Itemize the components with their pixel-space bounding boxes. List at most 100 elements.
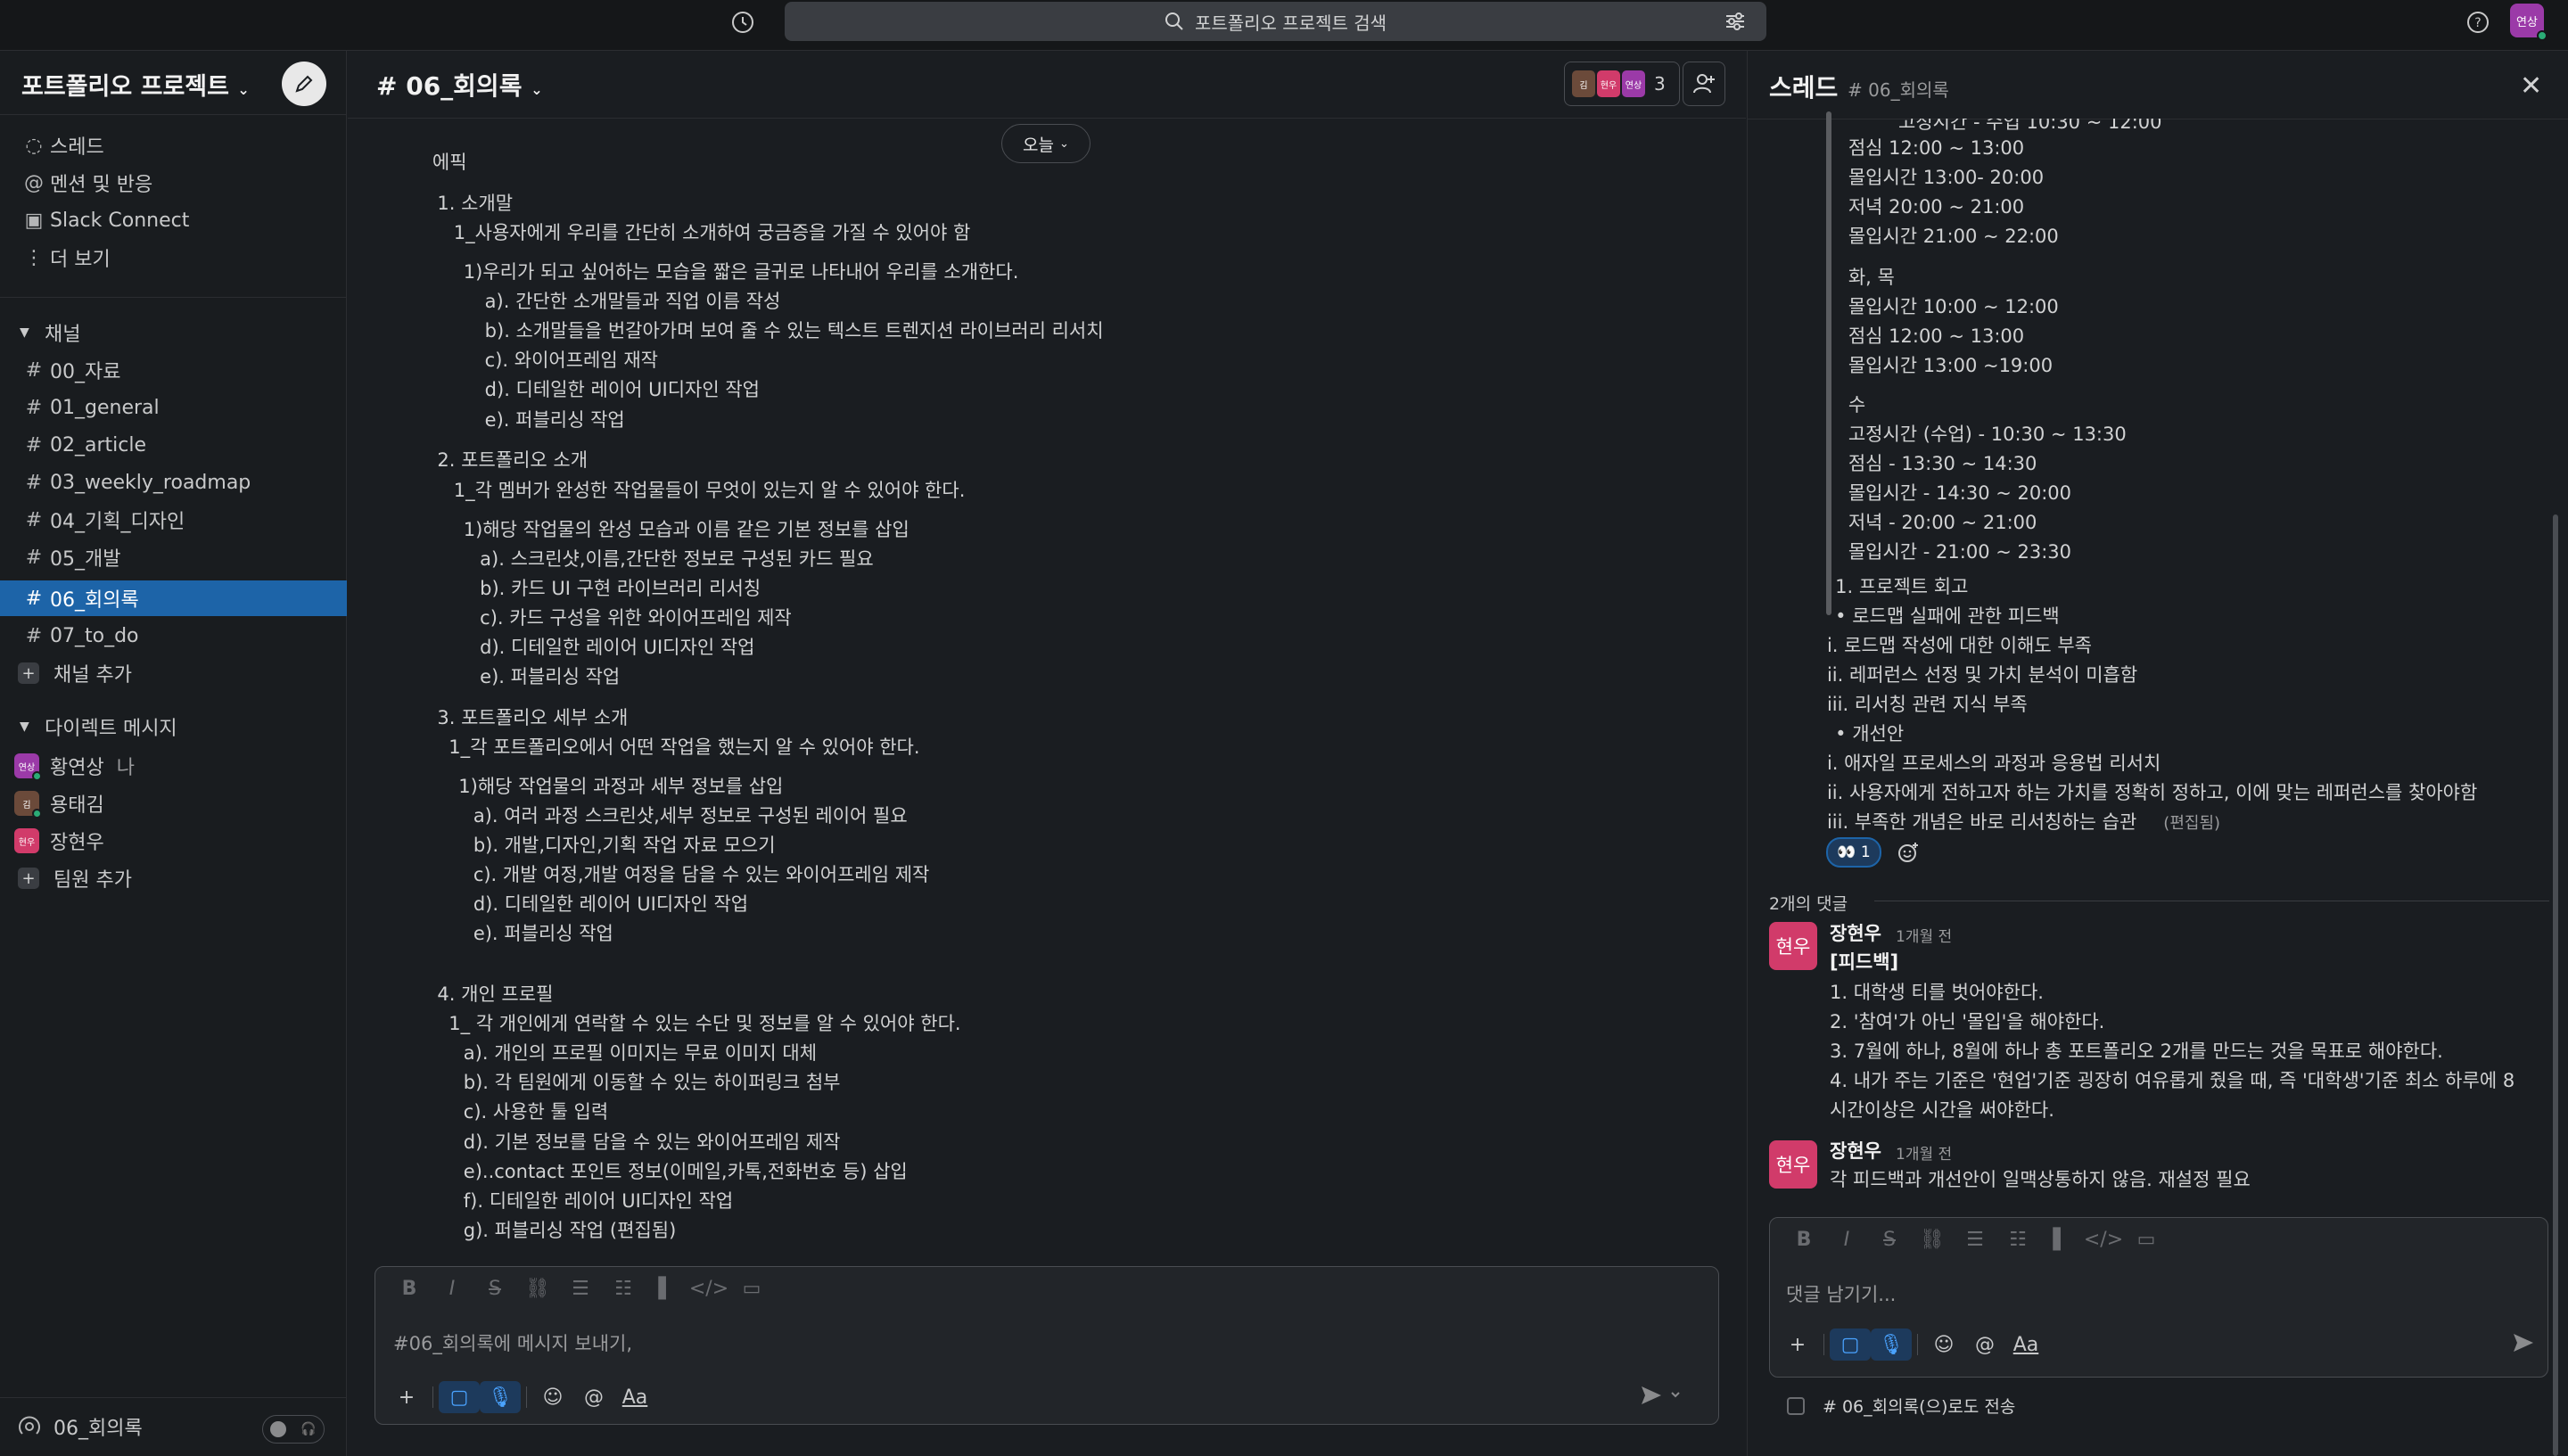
blockquote-icon[interactable]: ▌ bbox=[2039, 1229, 2082, 1251]
blockquote-icon[interactable]: ▌ bbox=[645, 1278, 687, 1300]
thread-line: 점심 12:00 ~ 13:00 bbox=[1848, 136, 2025, 159]
edited-label: (편집됨) bbox=[2163, 814, 2221, 834]
huddle-toggle[interactable]: 🎧 bbox=[262, 1415, 325, 1444]
dm-item[interactable]: 김 용태김 bbox=[0, 786, 347, 821]
dm-section-header[interactable]: ▼ 다이렉트 메시지 bbox=[0, 709, 347, 744]
chevron-down-icon: ⌄ bbox=[237, 81, 250, 98]
microphone-icon[interactable]: 🎙 bbox=[480, 1381, 521, 1413]
code-block-icon[interactable]: ▭ bbox=[730, 1278, 773, 1300]
add-member-button[interactable]: + 팀원 추가 bbox=[0, 860, 347, 896]
reply-line: 각 피드백과 개선안이 일맥상통하지 않음. 재설정 필요 bbox=[1830, 1169, 2251, 1190]
channel-06-active[interactable]: #06_회의록 bbox=[0, 580, 347, 616]
avatar: 김 bbox=[14, 791, 42, 818]
thread-line: i. 로드맵 작성에 대한 이해도 부족 bbox=[1826, 635, 2092, 656]
send-button[interactable] bbox=[1640, 1383, 1683, 1411]
filter-icon[interactable] bbox=[1724, 10, 1747, 33]
nav-mentions[interactable]: @ 멘션 및 반응 bbox=[0, 165, 347, 201]
message-line: 3. 포트폴리오 세부 소개 bbox=[437, 706, 629, 728]
italic-icon[interactable]: I bbox=[431, 1278, 473, 1300]
author-name[interactable]: 장현우 bbox=[1830, 1137, 1881, 1164]
plus-icon[interactable]: + bbox=[1777, 1328, 1818, 1361]
bullet-list-icon[interactable]: ☷ bbox=[602, 1278, 645, 1300]
message-line: e). 퍼블리싱 작업 bbox=[484, 408, 625, 431]
dm-item[interactable]: 현우 장현우 bbox=[0, 823, 347, 859]
message-line: 1)우리가 되고 싶어하는 모습을 짧은 글귀로 나타내어 우리를 소개한다. bbox=[463, 261, 1019, 284]
strikethrough-icon[interactable]: S bbox=[473, 1278, 516, 1300]
microphone-icon[interactable]: 🎙 bbox=[1871, 1328, 1912, 1361]
channel-00[interactable]: #00_자료 bbox=[0, 352, 347, 388]
bullet-list-icon[interactable]: ☷ bbox=[1996, 1229, 2039, 1251]
reply-input[interactable]: 댓글 남기기... bbox=[1786, 1280, 1896, 1307]
help-icon[interactable]: ? bbox=[2465, 9, 2491, 36]
emoji-icon[interactable]: ☺ bbox=[532, 1381, 573, 1413]
send-button[interactable] bbox=[2512, 1330, 2535, 1359]
nav-slack-connect[interactable]: ▣ Slack Connect bbox=[0, 202, 347, 238]
thread-title: 스레드 bbox=[1769, 73, 1839, 103]
message-line: a). 스크린샷,이름,간단한 정보로 구성된 카드 필요 bbox=[480, 547, 874, 570]
reaction-eyes[interactable]: 👀 1 bbox=[1826, 837, 1881, 868]
timestamp[interactable]: 1개월 전 bbox=[1896, 1141, 1952, 1164]
composer-input[interactable]: #06_회의록에 메시지 보내기, bbox=[393, 1329, 632, 1356]
channels-section-header[interactable]: ▼ 채널 bbox=[0, 315, 347, 350]
thread-header: 스레드 # 06_회의록 ✕ bbox=[1748, 51, 2568, 119]
channel-07[interactable]: #07_to_do bbox=[0, 618, 347, 654]
avatar[interactable]: 현우 bbox=[1769, 1140, 1817, 1189]
history-icon[interactable] bbox=[729, 9, 756, 36]
text-format-icon[interactable]: Aa bbox=[2005, 1328, 2046, 1361]
link-icon[interactable]: ⛓ bbox=[1911, 1229, 1954, 1251]
plus-icon[interactable]: + bbox=[386, 1381, 427, 1413]
channel-04[interactable]: #04_기획_디자인 bbox=[0, 502, 347, 538]
ordered-list-icon[interactable]: ☰ bbox=[559, 1278, 602, 1300]
add-reaction-icon[interactable] bbox=[1892, 839, 1924, 866]
search-bar[interactable]: 포트폴리오 프로젝트 검색 bbox=[785, 2, 1766, 41]
author-name[interactable]: 장현우 bbox=[1830, 919, 1881, 946]
add-people-button[interactable] bbox=[1683, 62, 1725, 106]
caret-down-icon: ▼ bbox=[20, 720, 29, 734]
text-format-icon[interactable]: Aa bbox=[614, 1381, 655, 1413]
add-channel-button[interactable]: + 채널 추가 bbox=[0, 655, 347, 691]
message-line: b). 소개말들을 번갈아가며 보여 줄 수 있는 텍스트 트렌지션 라이브러리… bbox=[484, 320, 1104, 342]
also-send-checkbox[interactable]: # 06_회의록(으)로도 전송 bbox=[1787, 1394, 2015, 1418]
emoji-icon[interactable]: ☺ bbox=[1923, 1328, 1964, 1361]
reply-line: 1. 대학생 티를 벗어야한다. bbox=[1830, 982, 2044, 1003]
avatar[interactable]: 현우 bbox=[1769, 922, 1817, 970]
italic-icon[interactable]: I bbox=[1825, 1229, 1868, 1251]
thread-line: 저녁 - 20:00 ~ 21:00 bbox=[1848, 512, 2037, 534]
channel-02[interactable]: #02_article bbox=[0, 427, 347, 463]
channel-03[interactable]: #03_weekly_roadmap bbox=[0, 465, 347, 500]
code-icon[interactable]: </> bbox=[687, 1278, 730, 1300]
date-divider[interactable]: 오늘 ⌄ bbox=[1001, 124, 1091, 163]
message-composer[interactable]: B I S ⛓ ☰ ☷ ▌ </> ▭ #06_회의록에 메시지 보내기, + … bbox=[374, 1266, 1719, 1425]
channel-01[interactable]: #01_general bbox=[0, 390, 347, 425]
channel-05[interactable]: #05_개발 bbox=[0, 539, 347, 575]
nav-more[interactable]: ⋮ 더 보기 bbox=[0, 240, 347, 276]
bold-icon[interactable]: B bbox=[388, 1278, 431, 1300]
close-icon[interactable]: ✕ bbox=[2520, 70, 2542, 102]
mention-icon[interactable]: @ bbox=[1964, 1328, 2005, 1361]
video-icon[interactable]: ▢ bbox=[439, 1381, 480, 1413]
members-button[interactable]: 김 현우 연상 3 bbox=[1564, 62, 1680, 106]
checkbox[interactable] bbox=[1787, 1396, 1805, 1415]
nav-threads[interactable]: ◌ 스레드 bbox=[0, 128, 347, 163]
scrollbar[interactable] bbox=[2553, 514, 2558, 1456]
thread-line: 몰입시간 21:00 ~ 22:00 bbox=[1848, 225, 2059, 247]
bold-icon[interactable]: B bbox=[1782, 1229, 1825, 1251]
link-icon[interactable]: ⛓ bbox=[516, 1278, 559, 1300]
mention-icon[interactable]: @ bbox=[573, 1381, 614, 1413]
compose-button[interactable] bbox=[282, 62, 326, 106]
reply-composer[interactable]: B I S ⛓ ☰ ☷ ▌ </> ▭ 댓글 남기기... + ▢ 🎙 ☺ @ … bbox=[1769, 1217, 2548, 1378]
reply-line: 4. 내가 주는 기준은 '현업'기준 굉장히 여유롭게 줬을 때, 즉 '대학… bbox=[1830, 1070, 2515, 1091]
timestamp[interactable]: 1개월 전 bbox=[1896, 924, 1952, 946]
thread-line: 몰입시간 - 21:00 ~ 23:30 bbox=[1848, 541, 2072, 563]
video-icon[interactable]: ▢ bbox=[1830, 1328, 1871, 1361]
strikethrough-icon[interactable]: S bbox=[1868, 1229, 1911, 1251]
message-line: g). 퍼블리싱 작업 (편집됨) bbox=[463, 1219, 677, 1241]
thread-channel[interactable]: # 06_회의록 bbox=[1848, 76, 1949, 102]
code-icon[interactable]: </> bbox=[2082, 1229, 2125, 1251]
channel-title[interactable]: # 06_회의록 ⌄ bbox=[376, 67, 543, 103]
avatar: 김 bbox=[1572, 70, 1595, 97]
workspace-name[interactable]: 포트폴리오 프로젝트 ⌄ bbox=[21, 67, 250, 102]
ordered-list-icon[interactable]: ☰ bbox=[1954, 1229, 1996, 1251]
dm-item[interactable]: 연상 황연상 나 bbox=[0, 748, 347, 784]
code-block-icon[interactable]: ▭ bbox=[2125, 1229, 2168, 1251]
